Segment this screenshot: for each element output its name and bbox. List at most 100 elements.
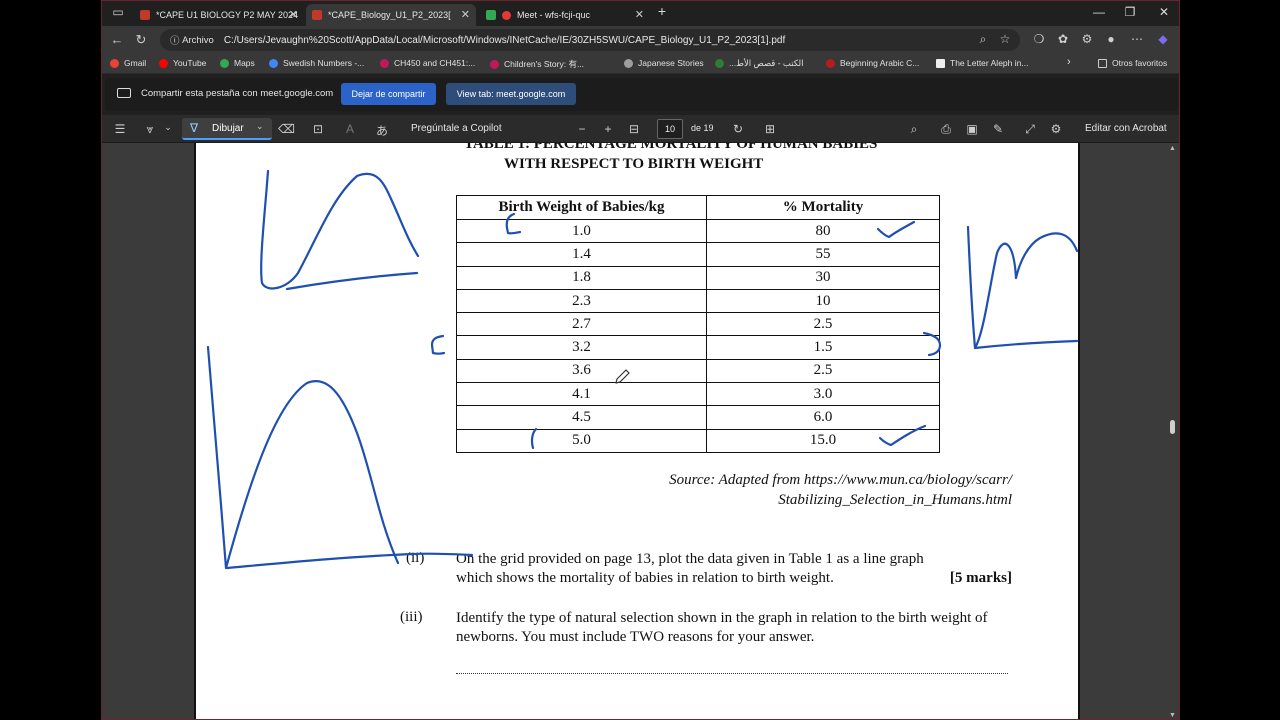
question-number-ii: (ii) xyxy=(406,550,425,566)
ask-copilot-button[interactable]: Pregúntale a Copilot xyxy=(411,123,502,134)
bookmark-childrens-story[interactable]: Children's Story: 有... xyxy=(490,58,584,70)
mortality-table: Birth Weight of Babies/kg % Mortality 1.… xyxy=(456,195,940,453)
draw-label: Dibujar xyxy=(212,123,244,134)
save-icon[interactable]: ▣ xyxy=(964,122,980,136)
save-as-icon[interactable]: ✎ xyxy=(990,122,1006,136)
source-line-2: Stabilizing_Selection_in_Humans.html xyxy=(778,492,1012,508)
read-aloud-icon[interactable]: A xyxy=(342,122,358,136)
scrollbar-thumb[interactable] xyxy=(1170,420,1175,434)
bookmark-swedish[interactable]: Swedish Numbers -... xyxy=(269,58,364,68)
address-bar: ← ↻ ⓘ Archivo C:/Users/Jevaughn%20Scott/… xyxy=(102,26,1179,54)
minimize-button[interactable]: — xyxy=(1089,5,1109,19)
vertical-scrollbar[interactable]: ▲ ▼ xyxy=(1169,143,1177,719)
table-row: 2.7 2.5 xyxy=(456,312,940,337)
collections-icon[interactable]: ✿ xyxy=(1054,32,1072,46)
rotate-icon[interactable]: ↻ xyxy=(730,122,746,136)
source-line-1: Source: Adapted from https://www.mun.ca/… xyxy=(669,472,1012,488)
bookmark-label: Beginning Arabic C... xyxy=(840,58,920,68)
bookmark-youtube[interactable]: YouTube xyxy=(159,58,206,68)
more-icon[interactable]: ⋯ xyxy=(1128,32,1146,46)
tab-title: Meet - wfs-fcji-quc xyxy=(517,10,591,20)
scroll-up-icon[interactable]: ▲ xyxy=(1169,145,1176,152)
table-row: 4.1 3.0 xyxy=(456,382,940,407)
table-cell: 15.0 xyxy=(706,428,940,453)
url-field[interactable]: ⓘ Archivo C:/Users/Jevaughn%20Scott/AppD… xyxy=(160,29,1020,51)
question-ii-text: On the grid provided on page 13, plot th… xyxy=(456,551,924,586)
browser-window: ▭ *CAPE U1 BIOLOGY P2 MAY 2024 ✕ *CAPE_B… xyxy=(101,0,1180,720)
table-row: 3.6 2.5 xyxy=(456,358,940,384)
table-cell: 4.1 xyxy=(456,382,707,407)
favorite-icon[interactable]: ☆ xyxy=(996,32,1014,46)
view-tab-button[interactable]: View tab: meet.google.com xyxy=(446,83,576,105)
stop-sharing-button[interactable]: Dejar de compartir xyxy=(341,83,436,105)
fit-page-icon[interactable]: ⊟ xyxy=(626,122,642,136)
bookmark-letter-aleph[interactable]: The Letter Aleph in... xyxy=(936,58,1028,68)
eraser-icon[interactable]: ⌫ xyxy=(278,122,295,136)
bookmark-label: Swedish Numbers -... xyxy=(283,58,365,68)
chevron-down-icon[interactable]: ⌄ xyxy=(160,122,176,133)
bookmark-japanese[interactable]: Japanese Stories xyxy=(624,58,704,68)
table-row: 1.4 55 xyxy=(456,242,940,267)
table-cell: 2.3 xyxy=(456,288,707,314)
tab-actions-icon[interactable]: ▭ xyxy=(110,5,126,19)
refresh-button[interactable]: ↻ xyxy=(132,32,150,48)
close-window-button[interactable]: ✕ xyxy=(1154,5,1174,19)
draw-button[interactable]: ∇ Dibujar ⌄ xyxy=(182,118,272,140)
table-row: 5.0 15.0 xyxy=(456,428,940,453)
page-number-input[interactable]: 10 xyxy=(657,119,683,139)
maps-icon xyxy=(220,58,229,68)
page-view-icon[interactable]: ⊞ xyxy=(762,122,778,136)
back-button[interactable]: ← xyxy=(108,32,126,47)
youtube-icon xyxy=(159,58,168,68)
folder-icon xyxy=(1098,58,1107,68)
table-cell: 1.5 xyxy=(706,335,940,360)
highlight-icon[interactable]: ⩔ xyxy=(142,122,158,137)
scroll-down-icon[interactable]: ▼ xyxy=(1169,712,1176,719)
bookmark-label: YouTube xyxy=(173,58,207,68)
text-box-icon[interactable]: ⊡ xyxy=(310,122,326,136)
chevron-down-icon: ⌄ xyxy=(256,121,264,131)
pdf-page[interactable]: TABLE 1: PERCENTAGE MORTALITY OF HUMAN B… xyxy=(194,143,1080,719)
tab-title: *CAPE U1 BIOLOGY P2 MAY 2024 xyxy=(156,10,299,20)
zoom-icon[interactable]: ⌕ xyxy=(974,32,992,47)
search-icon[interactable]: ⌕ xyxy=(906,122,922,137)
read-aloud-icon[interactable]: ❍ xyxy=(1030,32,1048,46)
sharing-message: Compartir esta pestaña con meet.google.c… xyxy=(141,88,334,99)
close-icon[interactable]: ✕ xyxy=(635,8,644,21)
pdf-viewer[interactable]: TABLE 1: PERCENTAGE MORTALITY OF HUMAN B… xyxy=(102,143,1179,719)
close-icon[interactable]: ✕ xyxy=(461,8,470,21)
bookmark-beginning-arabic[interactable]: Beginning Arabic C... xyxy=(826,58,919,68)
settings-icon[interactable]: ⚙ xyxy=(1048,122,1064,136)
pdf-icon xyxy=(312,10,322,20)
profile-avatar[interactable]: ● xyxy=(1102,32,1120,46)
bookmark-maps[interactable]: Maps xyxy=(220,58,255,68)
bookmark-gmail[interactable]: Gmail xyxy=(110,58,146,68)
other-favorites[interactable]: Otros favoritos xyxy=(1098,58,1167,68)
close-icon[interactable]: ✕ xyxy=(289,8,298,21)
tab-cape-2024[interactable]: *CAPE U1 BIOLOGY P2 MAY 2024 ✕ xyxy=(134,4,304,26)
zoom-in-icon[interactable]: + xyxy=(600,122,616,136)
table-cell: 1.4 xyxy=(456,242,707,267)
bookmark-ch450[interactable]: CH450 and CH451:... xyxy=(380,58,475,68)
question-iii-text: Identify the type of natural selection s… xyxy=(456,610,988,645)
extensions-icon[interactable]: ⚙ xyxy=(1078,32,1096,46)
full-screen-icon[interactable]: ⤢ xyxy=(1022,122,1038,137)
chevron-right-icon[interactable]: › xyxy=(1067,56,1071,68)
new-tab-button[interactable]: + xyxy=(652,3,672,19)
table-cell: 3.0 xyxy=(706,382,940,407)
tab-meet[interactable]: Meet - wfs-fcji-quc ✕ xyxy=(480,4,650,26)
tab-cape-2023[interactable]: *CAPE_Biology_U1_P2_2023[ ✕ xyxy=(306,4,476,26)
zoom-out-icon[interactable]: − xyxy=(574,122,590,136)
table-cell: 4.5 xyxy=(456,405,707,430)
maximize-button[interactable]: ❐ xyxy=(1120,5,1140,19)
table-cell: 2.7 xyxy=(456,312,707,337)
bookmark-label: ...الكتب - قصص الأط xyxy=(729,58,804,68)
gmail-icon xyxy=(110,58,119,68)
bookmark-arabic-stories[interactable]: ...الكتب - قصص الأط xyxy=(715,58,803,69)
table-row: 2.3 10 xyxy=(456,288,940,314)
print-icon[interactable]: ⎙ xyxy=(938,122,954,137)
tab-sharing-bar: Compartir esta pestaña con meet.google.c… xyxy=(105,78,1178,111)
contents-icon[interactable]: ☰ xyxy=(112,122,128,136)
edit-with-acrobat-button[interactable]: Editar con Acrobat xyxy=(1085,123,1167,134)
copilot-icon[interactable]: ◆ xyxy=(1154,32,1172,46)
